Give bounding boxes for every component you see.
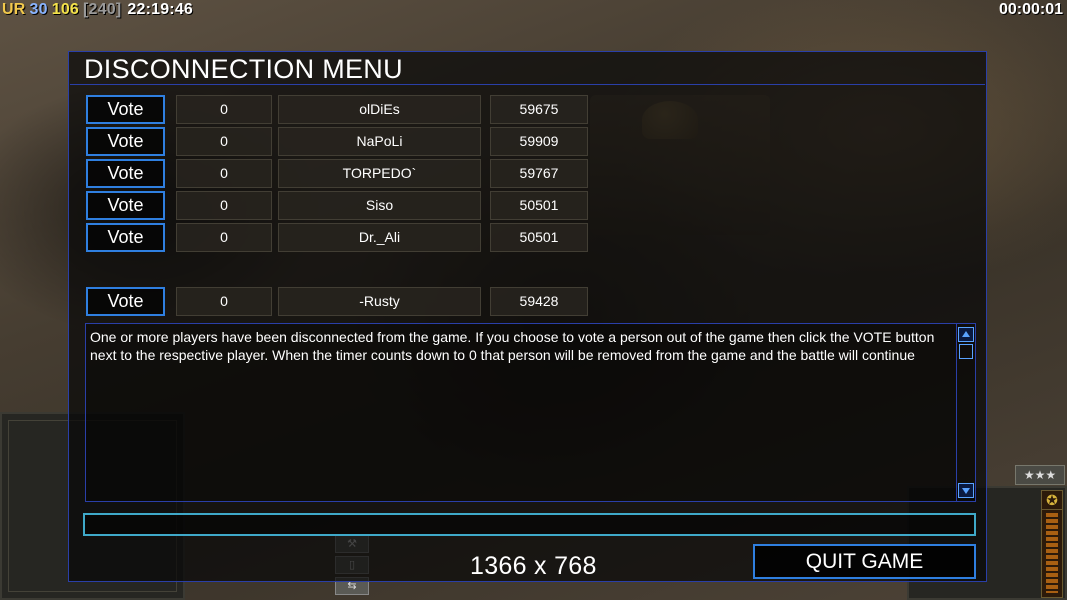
player-name: olDiEs	[278, 95, 481, 124]
player-ping: 50501	[490, 191, 588, 220]
hud-value-30: 30	[29, 1, 48, 18]
hud-clock: 22:19:46	[127, 1, 194, 18]
vote-button[interactable]: Vote	[86, 223, 165, 252]
hud-value-106: 106	[51, 1, 80, 18]
player-ping: 59767	[490, 159, 588, 188]
player-name: NaPoLi	[278, 127, 481, 156]
star-icon: ✪	[1042, 491, 1062, 510]
three-stars-icon: ★★★	[1015, 465, 1065, 485]
player-votes: 0	[176, 159, 272, 188]
dialog-title: DISCONNECTION MENU	[70, 53, 985, 85]
player-ping: 59675	[490, 95, 588, 124]
hud-value-240: [240]	[83, 1, 122, 18]
scroll-up-arrow-icon[interactable]	[958, 327, 974, 342]
player-votes: 0	[176, 127, 272, 156]
hud-ur-label: UR	[2, 1, 26, 18]
player-votes: 0	[176, 191, 272, 220]
player-row: Vote 0 NaPoLi 59909	[86, 127, 588, 156]
scroll-down-arrow-icon[interactable]	[958, 483, 974, 498]
player-ping: 50501	[490, 223, 588, 252]
local-player-row: Vote 0 -Rusty 59428	[86, 287, 588, 316]
player-votes: 0	[176, 287, 272, 316]
disconnection-dialog: DISCONNECTION MENU Vote 0 olDiEs 59675 V…	[68, 51, 987, 582]
quit-game-button[interactable]: QUIT GAME	[753, 544, 976, 579]
vote-button[interactable]: Vote	[86, 95, 165, 124]
player-votes: 0	[176, 95, 272, 124]
player-row: Vote 0 Dr._Ali 50501	[86, 223, 588, 252]
scroll-thumb[interactable]	[959, 344, 973, 359]
player-votes: 0	[176, 223, 272, 252]
player-name: TORPEDO`	[278, 159, 481, 188]
power-bars	[1046, 513, 1058, 593]
player-name: -Rusty	[278, 287, 481, 316]
power-meter: ✪	[1041, 490, 1063, 598]
player-ping: 59909	[490, 127, 588, 156]
player-name: Siso	[278, 191, 481, 220]
message-scrollbar[interactable]	[956, 324, 975, 501]
player-ping: 59428	[490, 287, 588, 316]
message-box[interactable]: One or more players have been disconnect…	[85, 323, 976, 502]
vote-button[interactable]: Vote	[86, 191, 165, 220]
resolution-overlay: 1366 x 768	[470, 552, 597, 580]
hud-game-timer: 00:00:01	[998, 1, 1063, 18]
disconnect-message: One or more players have been disconnect…	[90, 329, 935, 363]
vote-button[interactable]: Vote	[86, 287, 165, 316]
player-row: Vote 0 Siso 50501	[86, 191, 588, 220]
chat-input[interactable]	[83, 513, 976, 536]
player-name: Dr._Ali	[278, 223, 481, 252]
vote-button[interactable]: Vote	[86, 159, 165, 188]
vote-button[interactable]: Vote	[86, 127, 165, 156]
player-row: Vote 0 TORPEDO` 59767	[86, 159, 588, 188]
hud-stats: UR 30 106 [240] 22:19:46	[2, 1, 197, 19]
player-row: Vote 0 olDiEs 59675	[86, 95, 588, 124]
